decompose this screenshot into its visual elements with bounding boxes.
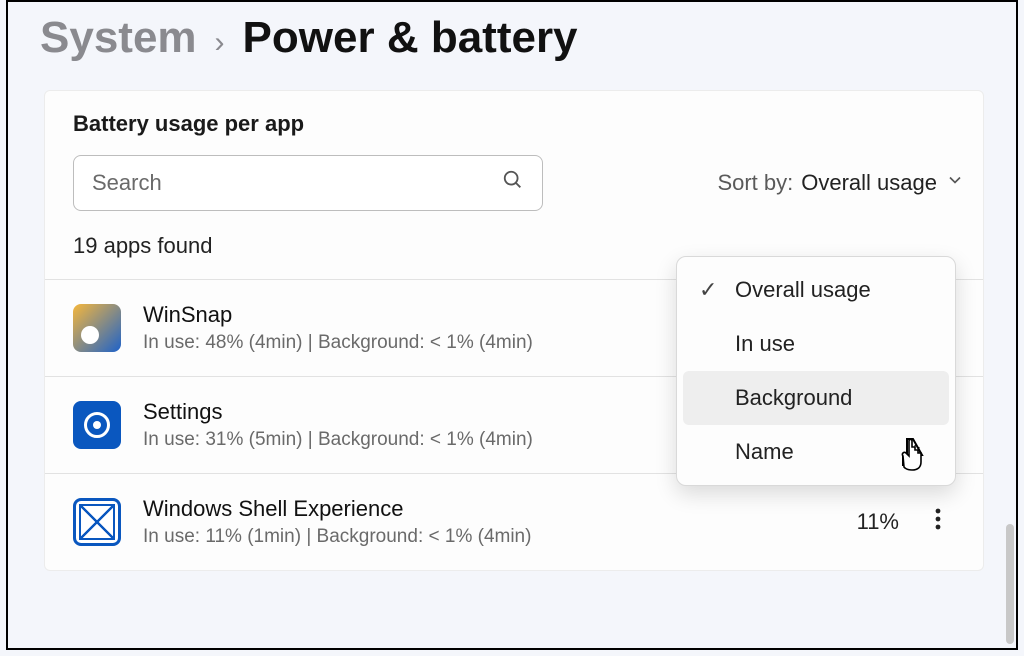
breadcrumb-parent[interactable]: System [40,16,197,60]
page-title: Power & battery [243,16,578,60]
sort-option-name[interactable]: Name [683,425,949,479]
chevron-right-icon: › [215,26,225,60]
scrollbar-thumb[interactable] [1006,524,1014,644]
breadcrumb: System › Power & battery [8,2,1016,80]
sort-value: Overall usage [801,170,937,196]
sort-option-in-use[interactable]: In use [683,317,949,371]
app-percent: 11% [829,509,899,535]
winsnap-icon [73,304,121,352]
more-options-button[interactable] [921,508,955,536]
sort-label: Sort by: [717,170,793,196]
panel-title: Battery usage per app [73,111,955,137]
sort-by-dropdown[interactable]: Sort by: Overall usage [717,170,965,196]
app-row[interactable]: Windows Shell Experience In use: 11% (1m… [45,474,983,570]
sort-option-label: Background [735,385,852,411]
sort-option-label: In use [735,331,795,357]
sort-option-background[interactable]: Background [683,371,949,425]
sort-dropdown-menu[interactable]: ✓ Overall usage In use Background Name [676,256,956,486]
sort-option-label: Overall usage [735,277,871,303]
search-icon [502,169,524,197]
settings-icon [73,401,121,449]
shell-icon [73,498,121,546]
chevron-down-icon [945,170,965,196]
app-name: Windows Shell Experience [143,496,807,522]
search-input-wrapper[interactable] [73,155,543,211]
sort-option-label: Name [735,439,794,465]
app-detail: In use: 11% (1min) | Background: < 1% (4… [143,526,807,548]
search-input[interactable] [92,170,502,196]
check-icon: ✓ [699,277,721,303]
sort-option-overall[interactable]: ✓ Overall usage [683,263,949,317]
